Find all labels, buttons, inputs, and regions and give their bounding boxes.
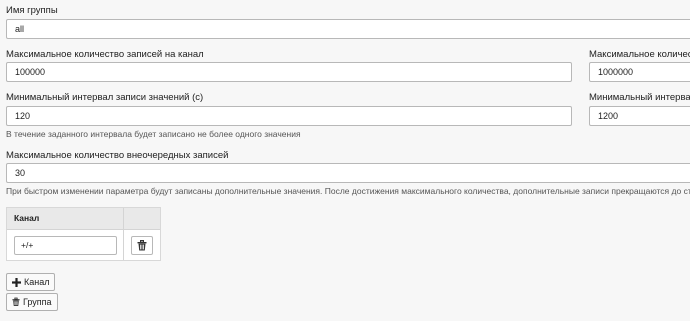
max-extra-help: При быстром изменении параметра будут за… [6, 186, 690, 196]
trash-icon [12, 297, 20, 307]
add-channel-button[interactable]: Канал [6, 273, 56, 291]
add-channel-label: Канал [24, 277, 50, 287]
trash-icon [137, 240, 147, 251]
channel-column-header: Канал [14, 213, 40, 223]
delete-channel-button[interactable] [131, 236, 153, 255]
min-interval-help: В течение заданного интервала будет запи… [6, 129, 301, 139]
plus-icon [12, 277, 21, 287]
delete-group-label: Группа [23, 297, 52, 307]
min-interval-label: Минимальный интервал записи значений (с) [6, 92, 204, 103]
group-name-label: Имя группы [6, 5, 58, 16]
group-name-input[interactable]: all [6, 19, 690, 39]
table-column-divider [123, 208, 124, 260]
max-records-per-channel-label: Максимальное количество записей на канал [6, 49, 204, 60]
min-interval-right-label: Минимальный интервал за [589, 92, 690, 103]
max-records-per-channel-input[interactable]: 100000 [6, 62, 572, 82]
max-records-right-label: Максимальное количество [589, 49, 690, 60]
min-interval-right-input[interactable]: 1200 [589, 106, 690, 126]
max-records-right-input[interactable]: 1000000 [589, 62, 690, 82]
max-extra-input[interactable]: 30 [6, 163, 690, 183]
channels-table: Канал +/+ [6, 207, 161, 261]
delete-group-button[interactable]: Группа [6, 293, 58, 311]
min-interval-input[interactable]: 120 [6, 106, 572, 126]
channel-input[interactable]: +/+ [14, 236, 117, 255]
max-extra-label: Максимальное количество внеочередных зап… [6, 150, 229, 161]
channels-table-header: Канал [7, 208, 160, 230]
